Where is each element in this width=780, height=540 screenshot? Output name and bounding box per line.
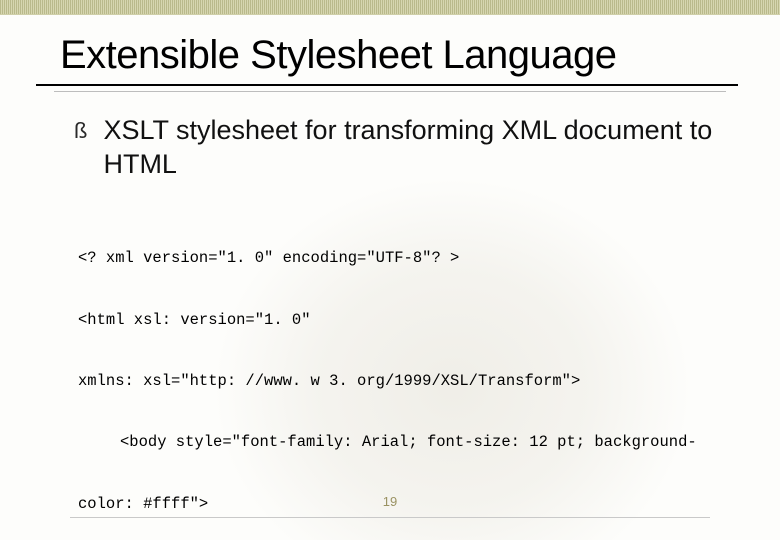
bullet-icon: ß (74, 116, 87, 146)
bullet-row: ß XSLT stylesheet for transforming XML d… (74, 114, 732, 182)
page-number: 19 (383, 494, 397, 509)
slide-title: Extensible Stylesheet Language (60, 33, 736, 78)
title-rule-heavy (36, 84, 738, 86)
title-rule-light (54, 91, 726, 92)
bullet-text: XSLT stylesheet for transforming XML doc… (103, 114, 732, 182)
top-decorative-band (0, 0, 780, 15)
code-line-2: <html xsl: version="1. 0" (78, 310, 732, 330)
slide: Extensible Stylesheet Language ß XSLT st… (0, 0, 780, 540)
code-line-4a: <body style="font-family: Arial; font-si… (78, 432, 732, 452)
content-area: ß XSLT stylesheet for transforming XML d… (0, 98, 780, 540)
footer-rule (70, 517, 710, 518)
code-line-3: xmlns: xsl="http: //www. w 3. org/1999/X… (78, 371, 732, 391)
code-block: <? xml version="1. 0" encoding="UTF-8"? … (78, 208, 732, 540)
footer: 19 (0, 493, 780, 518)
title-area: Extensible Stylesheet Language (0, 15, 780, 98)
code-line-1: <? xml version="1. 0" encoding="UTF-8"? … (78, 248, 732, 268)
